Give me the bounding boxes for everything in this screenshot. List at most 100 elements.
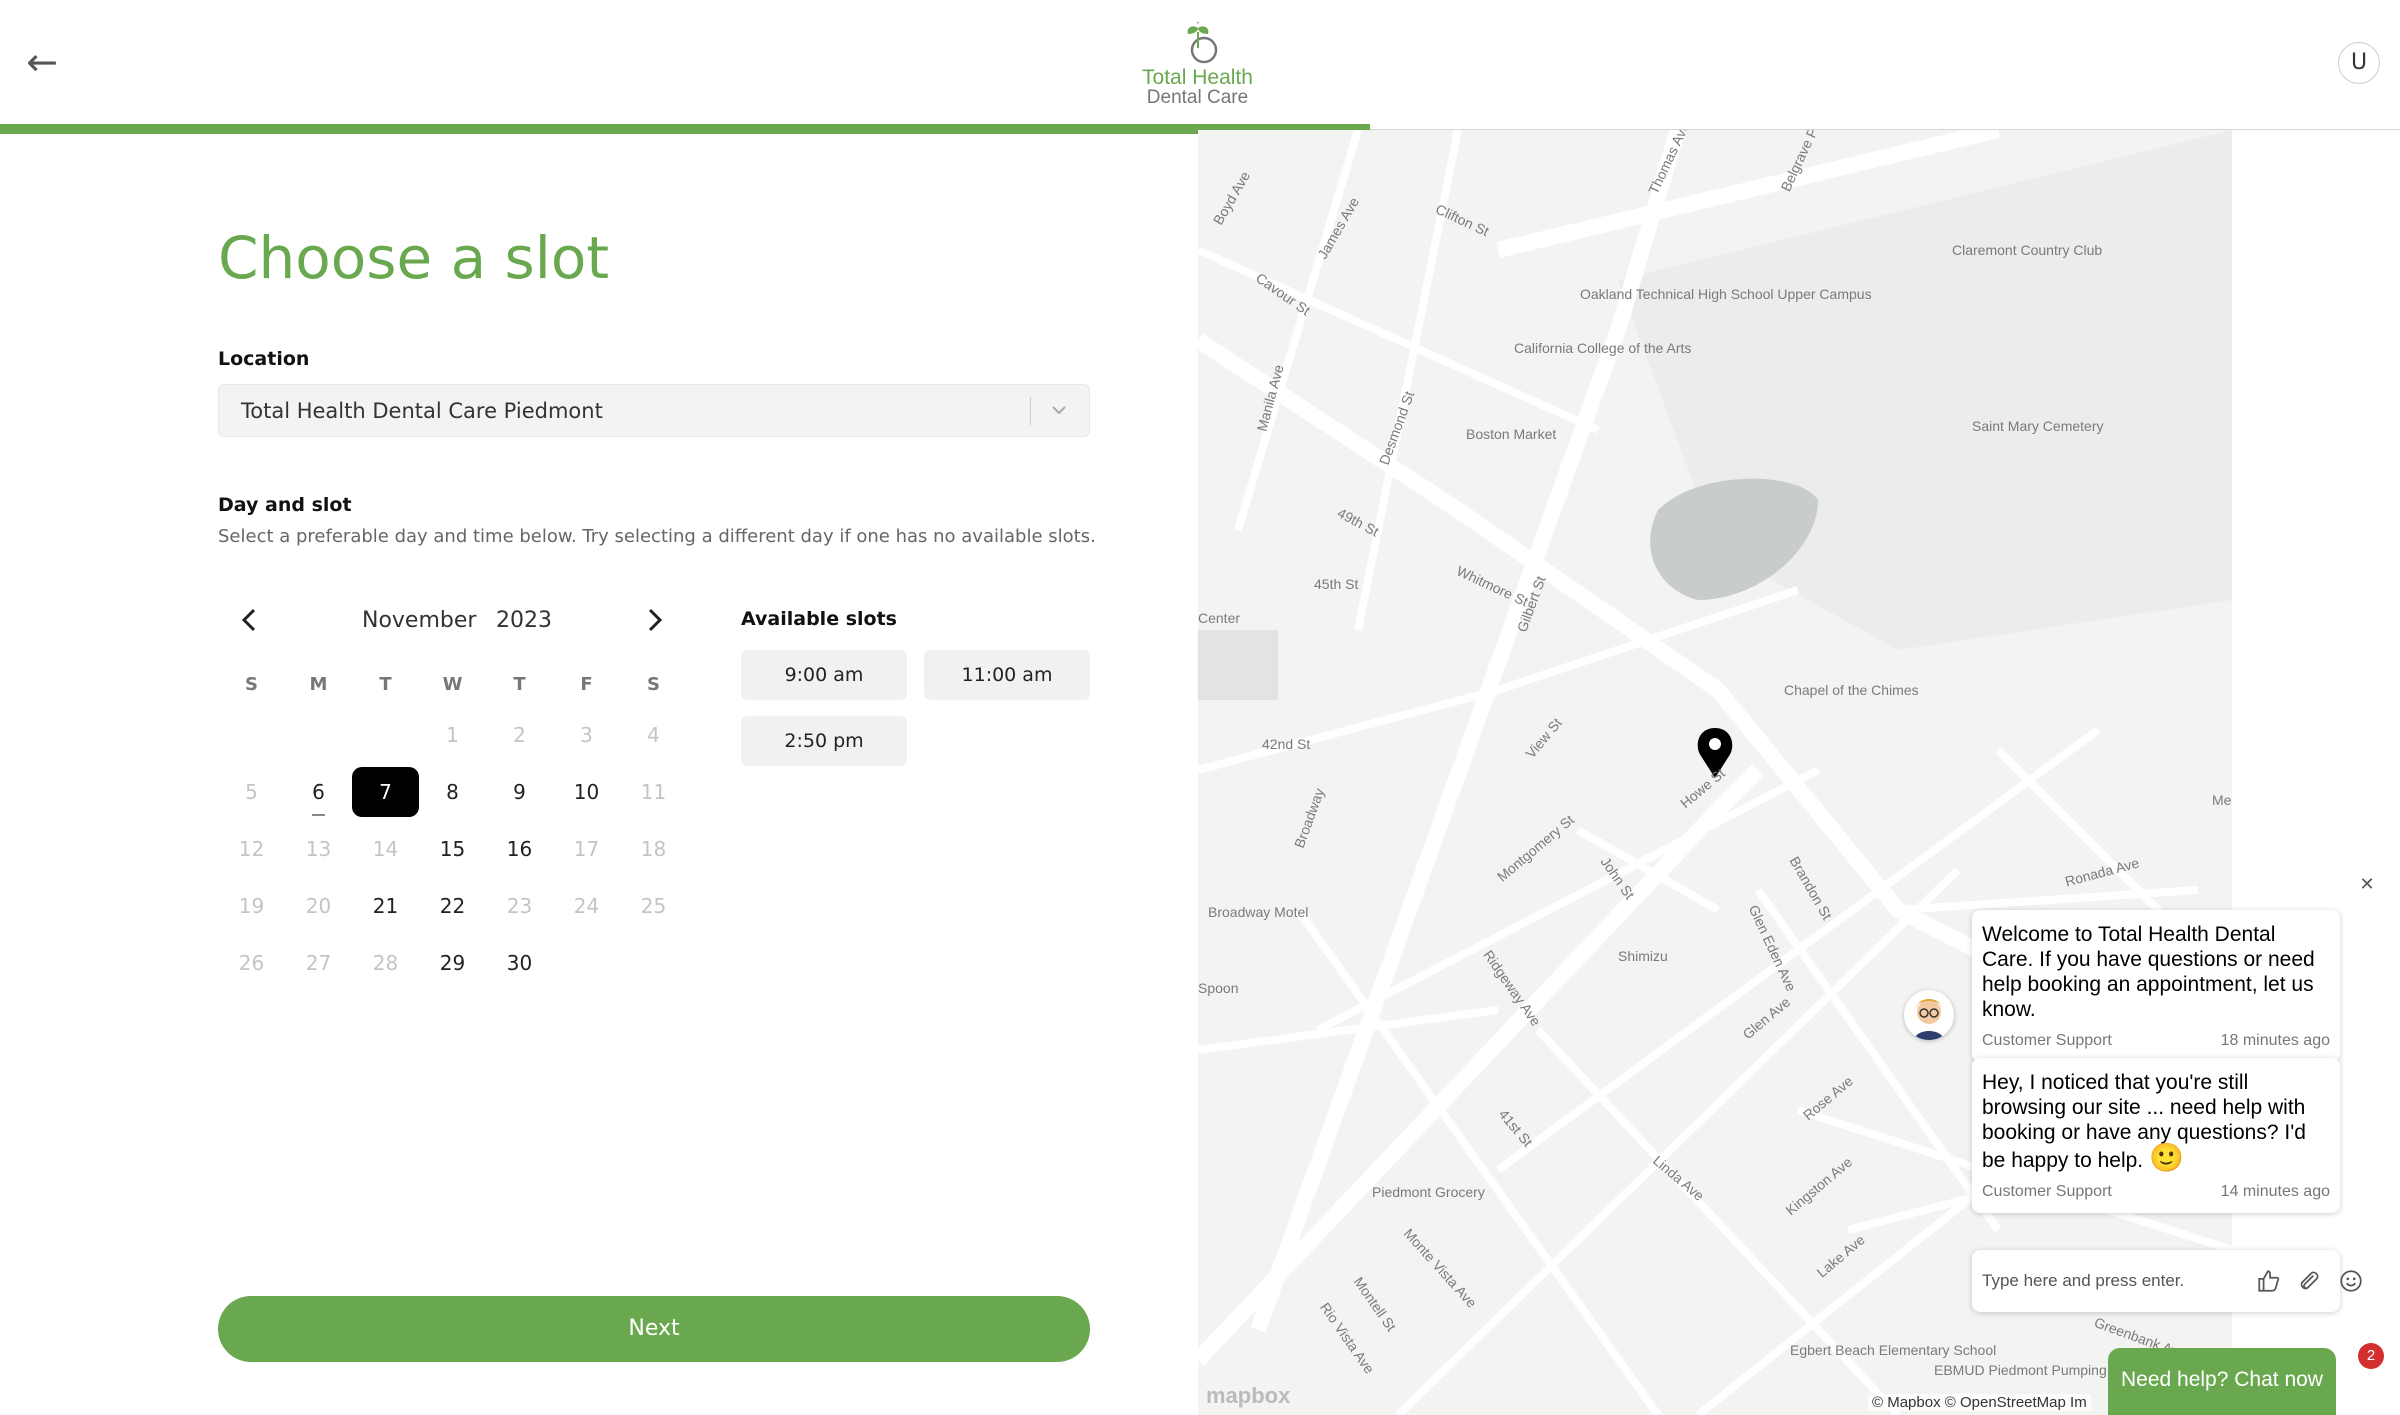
calendar-day[interactable]: 15	[419, 820, 486, 877]
progress-bar	[0, 124, 1371, 134]
emoji-picker-icon[interactable]	[2338, 1268, 2364, 1294]
slot-button[interactable]: 9:00 am	[741, 650, 907, 700]
calendar-day-number: 16	[506, 836, 533, 861]
slot-button[interactable]: 2:50 pm	[741, 716, 907, 766]
location-select[interactable]: Total Health Dental Care Piedmont	[218, 384, 1090, 437]
unread-badge: 2	[2358, 1343, 2384, 1369]
calendar-day-number: 27	[305, 950, 332, 975]
location-label: Location	[218, 348, 310, 370]
next-button[interactable]: Next	[218, 1296, 1090, 1362]
calendar-day-number: 19	[238, 893, 265, 918]
calendar-day[interactable]: 10	[553, 763, 620, 820]
calendar-day: 2	[486, 706, 553, 763]
chat-message-meta: Customer Support 14 minutes ago	[1982, 1183, 2330, 1201]
map-label: Boston Market	[1466, 426, 1557, 442]
mapbox-logo[interactable]: mapbox	[1206, 1383, 1290, 1409]
calendar-day-number	[352, 710, 419, 760]
back-arrow-icon[interactable]: ←	[22, 42, 62, 82]
calendar-day-number: 4	[647, 722, 660, 747]
calendar-day: 20	[285, 877, 352, 934]
calendar-day-number	[553, 938, 620, 988]
calendar-day-number: 2	[513, 722, 526, 747]
page-title: Choose a slot	[218, 224, 610, 292]
calendar-day: 19	[218, 877, 285, 934]
slot-button[interactable]: 11:00 am	[924, 650, 1090, 700]
calendar-week: 5 6 7 8 9 10 11	[218, 763, 688, 820]
calendar-day-empty	[352, 706, 419, 763]
calendar-day-empty	[218, 706, 285, 763]
calendar-day: 4	[620, 706, 687, 763]
chevron-left-icon[interactable]	[230, 600, 270, 640]
logo-text-primary: Total Health	[1142, 66, 1253, 89]
calendar-day: 11	[620, 763, 687, 820]
close-icon[interactable]: ✕	[2354, 872, 2380, 898]
calendar-day-number: 28	[372, 950, 399, 975]
weekday-label: M	[309, 674, 328, 695]
chat-message-body: Hey, I noticed that you're still browsin…	[1982, 1071, 2306, 1172]
calendar-day-empty	[620, 934, 687, 991]
calendar-month: November	[362, 608, 477, 633]
map-attribution[interactable]: © Mapbox © OpenStreetMap Im	[1868, 1394, 2091, 1411]
map-label: Center	[1198, 610, 1241, 626]
calendar-weeks: 1 2 3 4 5 6 7 8 9 10 11 12 13 14 15 16 17 18 19 20 21 22 23 24 2…	[218, 706, 688, 991]
location-value: Total Health Dental Care Piedmont	[241, 399, 603, 423]
location-map[interactable]: Oakland Technical High School Upper Camp…	[1198, 130, 2232, 1415]
calendar-day: 3	[553, 706, 620, 763]
calendar-week: 26 27 28 29 30	[218, 934, 688, 991]
calendar-day[interactable]: 30	[486, 934, 553, 991]
chat-message-meta: Customer Support 18 minutes ago	[1982, 1032, 2330, 1050]
map-label: Broadway Motel	[1208, 904, 1309, 920]
day-slot-label: Day and slot	[218, 494, 352, 516]
chat-composer	[1972, 1250, 2340, 1312]
chat-input[interactable]	[1982, 1266, 2232, 1296]
calendar-day: 18	[620, 820, 687, 877]
chat-sender: Customer Support	[1982, 1183, 2112, 1200]
calendar-day-number: 23	[506, 893, 533, 918]
map-label: California College of the Arts	[1514, 340, 1692, 356]
chat-message: Welcome to Total Health Dental Care. If …	[1972, 910, 2340, 1062]
smiley-icon[interactable]	[2306, 1268, 2332, 1294]
calendar-day-number: 8	[446, 779, 459, 804]
select-divider	[1030, 397, 1031, 425]
chat-launcher-button[interactable]: Need help? Chat now	[2108, 1348, 2336, 1415]
calendar-day[interactable]: 16	[486, 820, 553, 877]
map-label: 42nd St	[1262, 736, 1311, 752]
calendar-day: 6	[285, 763, 352, 820]
calendar-day-number: 26	[238, 950, 265, 975]
calendar-day: 13	[285, 820, 352, 877]
available-slots-label: Available slots	[741, 608, 897, 630]
calendar-day-empty	[553, 934, 620, 991]
calendar-day-number: 24	[573, 893, 600, 918]
calendar-day-empty	[285, 706, 352, 763]
support-agent-icon	[1914, 999, 1944, 1040]
smiley-emoji: 🙂	[2148, 1142, 2184, 1173]
map-label: Spoon	[1198, 980, 1239, 996]
chat-message-text: Welcome to Total Health Dental Care. If …	[1982, 923, 2315, 1021]
helper-text: Select a preferable day and time below. …	[218, 526, 1096, 547]
chevron-right-icon[interactable]	[634, 600, 674, 640]
map-label: Oakland Technical High School Upper Camp…	[1580, 286, 1872, 302]
calendar-day[interactable]: 9	[486, 763, 553, 820]
calendar-day-number: 17	[573, 836, 600, 861]
calendar-day[interactable]: 7	[352, 763, 419, 820]
thumbs-up-icon[interactable]	[2256, 1268, 2282, 1294]
calendar-week: 19 20 21 22 23 24 25	[218, 877, 688, 934]
calendar-day[interactable]: 8	[419, 763, 486, 820]
chat-message-text: Hey, I noticed that you're still browsin…	[1982, 1070, 2330, 1173]
user-avatar[interactable]: U	[2338, 42, 2380, 84]
calendar-day-number: 11	[640, 779, 667, 804]
calendar-day[interactable]: 21	[352, 877, 419, 934]
calendar-day: 26	[218, 934, 285, 991]
calendar-day: 24	[553, 877, 620, 934]
calendar-year: 2023	[496, 608, 552, 633]
calendar-day-number: 25	[640, 893, 667, 918]
calendar-day[interactable]: 29	[419, 934, 486, 991]
calendar-day[interactable]: 22	[419, 877, 486, 934]
calendar-day-number: 3	[580, 722, 593, 747]
calendar-week: 1 2 3 4	[218, 706, 688, 763]
calendar-day: 17	[553, 820, 620, 877]
calendar-day-number: 13	[305, 836, 332, 861]
map-label: Piedmont Grocery	[1372, 1184, 1485, 1200]
calendar-grid: SMTWTFS 1 2 3 4 5 6 7 8 9 10 11 12 13 14 15 16 17 18 19 20 2…	[218, 664, 688, 991]
calendar-day-number: 1	[446, 722, 459, 747]
